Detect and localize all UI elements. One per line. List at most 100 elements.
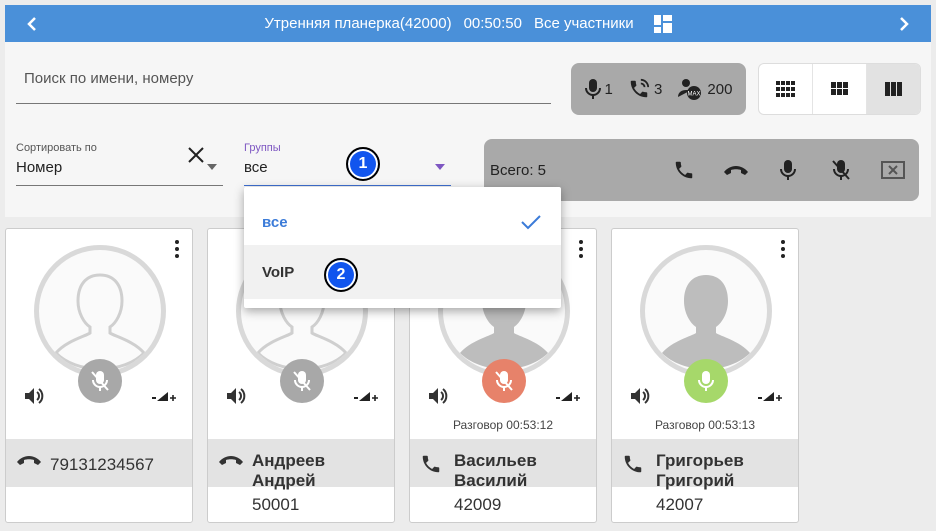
stats-panel: 1 3 MAX 200 (571, 63, 746, 115)
mic-icon (698, 371, 714, 391)
speaker-icon[interactable] (23, 386, 45, 411)
more-vert-icon[interactable] (174, 239, 180, 259)
participant-number: 79131234567 (50, 455, 155, 474)
grid-small-icon (775, 81, 795, 97)
speaker-icon[interactable] (427, 386, 449, 411)
calls-count: 3 (653, 80, 663, 98)
participant-firstname: Андрей (252, 471, 316, 490)
volume-level-icon[interactable] (556, 389, 580, 407)
unmute-all-button[interactable] (762, 150, 814, 190)
avatar (640, 245, 772, 377)
conference-header: Утренняя планерка(42000) 00:50:50 Все уч… (264, 14, 672, 33)
mic-off-icon (293, 371, 311, 391)
option-label: все (262, 213, 288, 231)
hangup-all-button[interactable] (710, 150, 762, 190)
more-vert-icon[interactable] (780, 239, 786, 259)
speaker-icon[interactable] (225, 386, 247, 411)
search-input[interactable] (16, 62, 551, 95)
participant-info: Васильев Василий (410, 439, 596, 490)
layout-toggle-icon[interactable] (653, 14, 672, 33)
talk-duration: Разговор 00:53:12 (452, 418, 554, 432)
view-label: Все участники (533, 15, 634, 32)
mic-off-icon (831, 160, 850, 180)
participant-card[interactable]: Разговор 00:53:13 Григорьев Григорий 420… (611, 228, 799, 523)
total-count: Всего: 5 (490, 161, 547, 179)
grid-medium-button[interactable] (813, 64, 867, 114)
chevron-left-icon[interactable] (19, 11, 45, 37)
participant-extension: 50001 (252, 495, 300, 514)
grid-medium-icon (830, 82, 848, 95)
participant-firstname: Григорий (656, 471, 735, 490)
mic-count: 1 (604, 80, 613, 98)
mic-stat: 1 (584, 78, 613, 100)
person-icon (662, 275, 750, 369)
hangup-icon (724, 166, 749, 175)
chevron-down-icon (435, 164, 445, 170)
step-marker-2: 2 (324, 258, 358, 292)
participant-surname: Андреев (252, 451, 326, 470)
phone-icon[interactable] (420, 453, 442, 480)
volume-level-icon[interactable] (354, 389, 378, 407)
grid-columns-icon (884, 82, 902, 96)
chevron-right-icon[interactable] (891, 11, 917, 37)
conference-title: Утренняя планерка(42000) (264, 15, 452, 32)
calls-stat: 3 (628, 78, 662, 100)
participant-card[interactable]: 79131234567 (5, 228, 193, 523)
mic-toggle-button[interactable] (684, 359, 728, 403)
phone-icon[interactable] (622, 453, 644, 480)
participant-firstname: Василий (454, 471, 528, 490)
close-icon (188, 147, 204, 163)
participant-surname: Васильев (454, 451, 537, 470)
avatar (34, 245, 166, 377)
participant-info: Григорьев Григорий (612, 439, 798, 490)
participant-surname: Григорьев (656, 451, 744, 470)
more-vert-icon[interactable] (578, 239, 584, 259)
mute-all-button[interactable] (814, 150, 866, 190)
participant-extension: 42007 (656, 495, 704, 514)
chevron-down-icon (207, 164, 217, 170)
mic-off-icon (495, 371, 513, 391)
search-field[interactable] (16, 62, 551, 104)
layout-switcher (758, 63, 921, 115)
mic-toggle-button[interactable] (78, 359, 122, 403)
groups-label: Группы (244, 142, 281, 154)
top-bar: Утренняя планерка(42000) 00:50:50 Все уч… (5, 5, 931, 42)
svg-text:MAX: MAX (688, 92, 701, 98)
participant-info: Андреев Андрей (208, 439, 394, 490)
phone-icon (675, 161, 693, 179)
groups-option-voip[interactable]: VoIP (244, 245, 561, 299)
clear-sort-button[interactable] (187, 146, 207, 166)
option-label: VoIP (262, 263, 295, 281)
groups-dropdown-menu: все VoIP (244, 187, 561, 308)
remove-all-button[interactable] (867, 150, 919, 190)
max-participants-icon: MAX (678, 79, 702, 100)
participant-name: Васильев Василий (454, 451, 537, 491)
step-marker-1: 1 (346, 147, 380, 181)
mic-icon (584, 79, 601, 99)
speaker-icon[interactable] (629, 386, 651, 411)
volume-level-icon[interactable] (152, 389, 176, 407)
talk-duration: Разговор 00:53:13 (654, 418, 756, 432)
close-box-icon (880, 161, 905, 179)
grid-large-button[interactable] (867, 64, 920, 114)
phone-calls-icon (630, 78, 650, 98)
conference-timer: 00:50:50 (463, 15, 522, 32)
participant-name: Григорьев Григорий (656, 451, 744, 491)
hangup-icon[interactable] (16, 453, 42, 472)
volume-level-icon[interactable] (758, 389, 782, 407)
check-icon (521, 215, 541, 230)
mic-toggle-button[interactable] (482, 359, 526, 403)
mic-toggle-button[interactable] (280, 359, 324, 403)
mic-off-icon (91, 371, 109, 391)
mic-icon (780, 160, 797, 180)
participant-info: 79131234567 (6, 439, 192, 487)
hangup-icon[interactable] (218, 453, 244, 472)
grid-small-button[interactable] (759, 64, 813, 114)
groups-option-all[interactable]: все (244, 195, 561, 249)
participant-extension: 42009 (454, 495, 502, 514)
max-stat: MAX 200 (677, 77, 732, 101)
call-all-button[interactable] (658, 150, 710, 190)
participant-name: Андреев Андрей (252, 451, 325, 491)
max-count: 200 (707, 80, 733, 98)
person-outline-icon (53, 273, 147, 371)
